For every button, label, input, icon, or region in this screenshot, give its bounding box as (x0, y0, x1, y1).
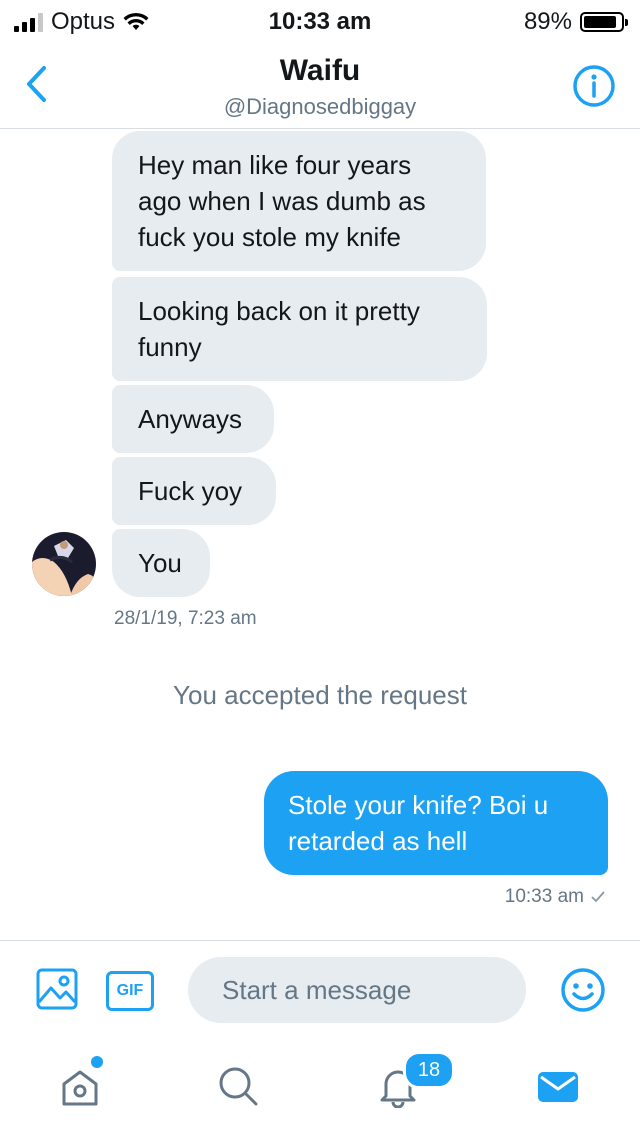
search-icon (219, 1067, 258, 1106)
status-right: 89% (523, 8, 628, 36)
battery-fill (584, 16, 617, 28)
gif-button[interactable]: GIF (106, 971, 154, 1011)
mail-icon (538, 1072, 578, 1102)
incoming-timestamp: 28/1/19, 7:23 am (114, 608, 257, 629)
info-button[interactable] (572, 64, 616, 108)
incoming-message[interactable]: Hey man like four years ago when I was d… (112, 131, 486, 271)
tab-bar (0, 1040, 640, 1136)
image-icon (36, 968, 78, 1010)
home-icon (62, 1070, 98, 1106)
status-bar: Optus 10:33 am 89% (0, 0, 640, 40)
system-notice: You accepted the request (173, 680, 467, 710)
outgoing-timestamp: 10:33 am (504, 886, 584, 907)
conversation-header: Waifu @Diagnosedbiggay (0, 40, 640, 129)
avatar-image (32, 532, 96, 596)
conversation-title[interactable]: Waifu (0, 54, 640, 88)
tab-search[interactable] (210, 1058, 266, 1114)
battery-percent: 89% (523, 8, 572, 35)
info-icon (573, 65, 615, 107)
emoji-button[interactable] (560, 967, 606, 1013)
incoming-message[interactable]: Fuck yoy (112, 457, 276, 525)
conversation-handle: @Diagnosedbiggay (223, 94, 417, 119)
incoming-message[interactable]: You (112, 529, 210, 597)
outgoing-meta: 10:33 am (505, 886, 606, 908)
add-media-button[interactable] (36, 968, 78, 1010)
message-input[interactable] (188, 957, 526, 1023)
notifications-badge: 18 (403, 1051, 455, 1089)
outgoing-message[interactable]: Stole your knife? Boi u retarded as hell (264, 771, 608, 875)
incoming-message[interactable]: Looking back on it pretty funny (112, 277, 487, 381)
message-composer: GIF (0, 940, 640, 1041)
battery-icon (580, 12, 628, 32)
emoji-icon (561, 968, 605, 1012)
incoming-message[interactable]: Anyways (112, 385, 274, 453)
checkmark-icon (591, 891, 605, 903)
tab-messages[interactable] (530, 1058, 586, 1114)
avatar[interactable] (32, 532, 96, 596)
home-notification-dot (91, 1056, 103, 1068)
